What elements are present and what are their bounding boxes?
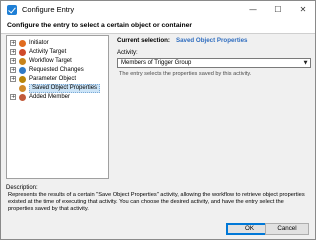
instruction-text: Configure the entry to select a certain …: [7, 22, 193, 29]
tree-item-parameter-object[interactable]: + Parameter Object: [7, 75, 108, 84]
tree-item-requested-changes[interactable]: + Requested Changes: [7, 66, 108, 75]
expand-toggle-icon[interactable]: +: [10, 67, 16, 73]
expand-toggle-icon[interactable]: +: [10, 40, 16, 46]
tree-item-label: Added Member: [29, 94, 71, 100]
parameter-object-icon: [19, 75, 26, 83]
expand-toggle-icon[interactable]: +: [10, 94, 16, 100]
initiator-icon: [19, 39, 26, 47]
expand-toggle-icon[interactable]: +: [10, 58, 16, 64]
workflow-target-icon: [19, 57, 26, 65]
entry-tree[interactable]: + Initiator + Activity Target + Workflow…: [6, 35, 109, 179]
requested-changes-icon: [19, 66, 26, 74]
activity-target-icon: [19, 48, 26, 56]
tree-item-label: Initiator: [29, 40, 49, 46]
description-label: Description:: [6, 185, 38, 191]
tree-item-label: Parameter Object: [29, 76, 77, 82]
instruction-banner: Configure the entry to select a certain …: [1, 19, 315, 34]
activity-select[interactable]: Members of Trigger Group ▼: [117, 58, 311, 68]
tree-item-added-member[interactable]: + Added Member: [7, 93, 108, 102]
expand-toggle-icon[interactable]: +: [10, 49, 16, 55]
dropdown-arrow-icon[interactable]: ▼: [301, 59, 310, 67]
tree-item-label: Requested Changes: [29, 67, 84, 73]
tree-item-initiator[interactable]: + Initiator: [7, 39, 108, 48]
cancel-button[interactable]: Cancel: [265, 223, 309, 235]
expand-toggle-icon[interactable]: +: [10, 76, 16, 82]
title-bar[interactable]: Configure Entry — ☐ ✕: [1, 1, 315, 19]
activity-hint: The entry selects the properties saved b…: [119, 71, 252, 77]
current-selection: Current selection: Saved Object Propertie…: [117, 37, 247, 44]
close-button[interactable]: ✕: [291, 1, 315, 19]
minimize-button[interactable]: —: [241, 1, 265, 19]
activity-select-value: Members of Trigger Group: [121, 60, 192, 66]
description-text: Represents the results of a certain "Sav…: [8, 192, 305, 213]
tree-item-workflow-target[interactable]: + Workflow Target: [7, 57, 108, 66]
configure-entry-dialog: Configure Entry — ☐ ✕ Configure the entr…: [0, 0, 316, 240]
window-title: Configure Entry: [22, 5, 75, 14]
tree-item-label: Workflow Target: [29, 58, 72, 64]
tree-item-activity-target[interactable]: + Activity Target: [7, 48, 108, 57]
current-selection-label: Current selection:: [117, 37, 170, 44]
maximize-button[interactable]: ☐: [266, 1, 290, 19]
tree-item-label: Saved Object Properties: [29, 84, 101, 93]
current-selection-value: Saved Object Properties: [175, 37, 248, 44]
activity-label: Activity:: [117, 50, 138, 56]
saved-object-properties-icon: [19, 84, 26, 92]
app-checkmark-icon: [7, 5, 17, 15]
tree-item-label: Activity Target: [29, 49, 67, 55]
tree-item-saved-object-properties[interactable]: Saved Object Properties: [7, 84, 108, 93]
added-member-icon: [19, 93, 26, 101]
